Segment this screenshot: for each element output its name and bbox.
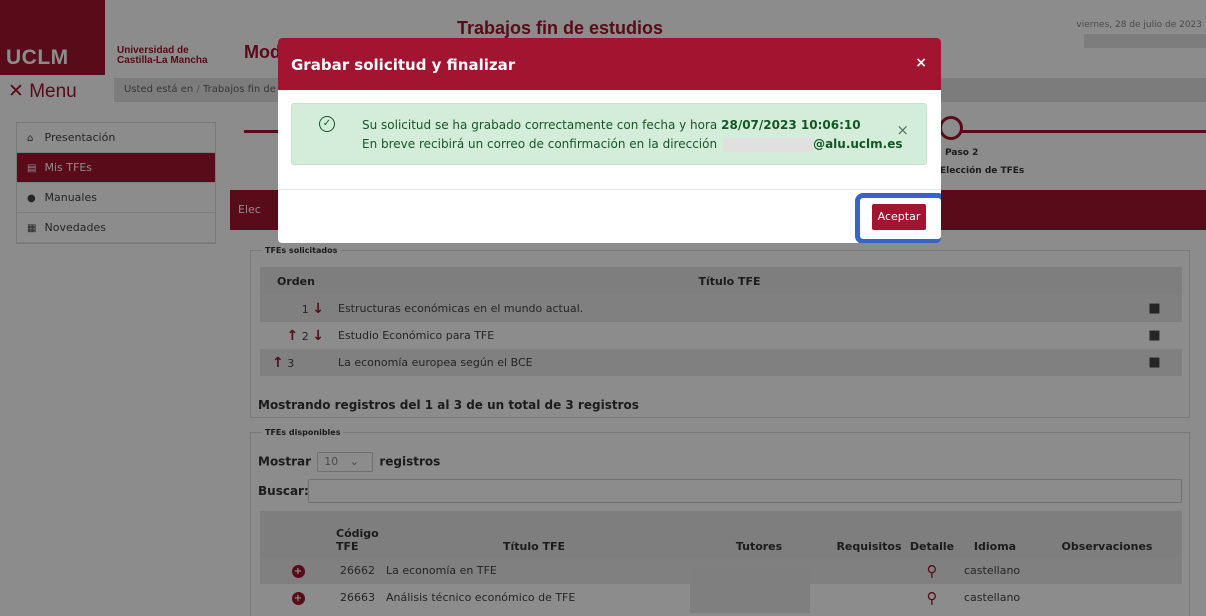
modal-divider — [278, 189, 941, 190]
alert-message-line2: En breve recibirá un correo de confirmac… — [362, 137, 903, 152]
success-alert: ✓ Su solicitud se ha grabado correctamen… — [291, 103, 927, 165]
accept-button[interactable]: Aceptar — [872, 204, 926, 230]
modal-title: Grabar solicitud y finalizar — [291, 56, 516, 74]
check-circle-icon: ✓ — [319, 116, 335, 132]
redacted-email — [723, 137, 814, 152]
alert-email-domain: @alu.uclm.es — [813, 137, 903, 151]
modal-header: Grabar solicitud y finalizar × — [278, 38, 941, 90]
alert-datetime: 28/07/2023 10:06:10 — [721, 118, 861, 132]
alert-message-text: En breve recibirá un correo de confirmac… — [362, 137, 718, 151]
alert-close-button[interactable]: × — [896, 121, 909, 139]
alert-message-text: Su solicitud se ha grabado correctamente… — [362, 118, 718, 132]
save-request-modal: Grabar solicitud y finalizar × ✓ Su soli… — [278, 38, 941, 243]
alert-message-line1: Su solicitud se ha grabado correctamente… — [362, 118, 861, 132]
modal-close-button[interactable]: × — [915, 55, 927, 71]
